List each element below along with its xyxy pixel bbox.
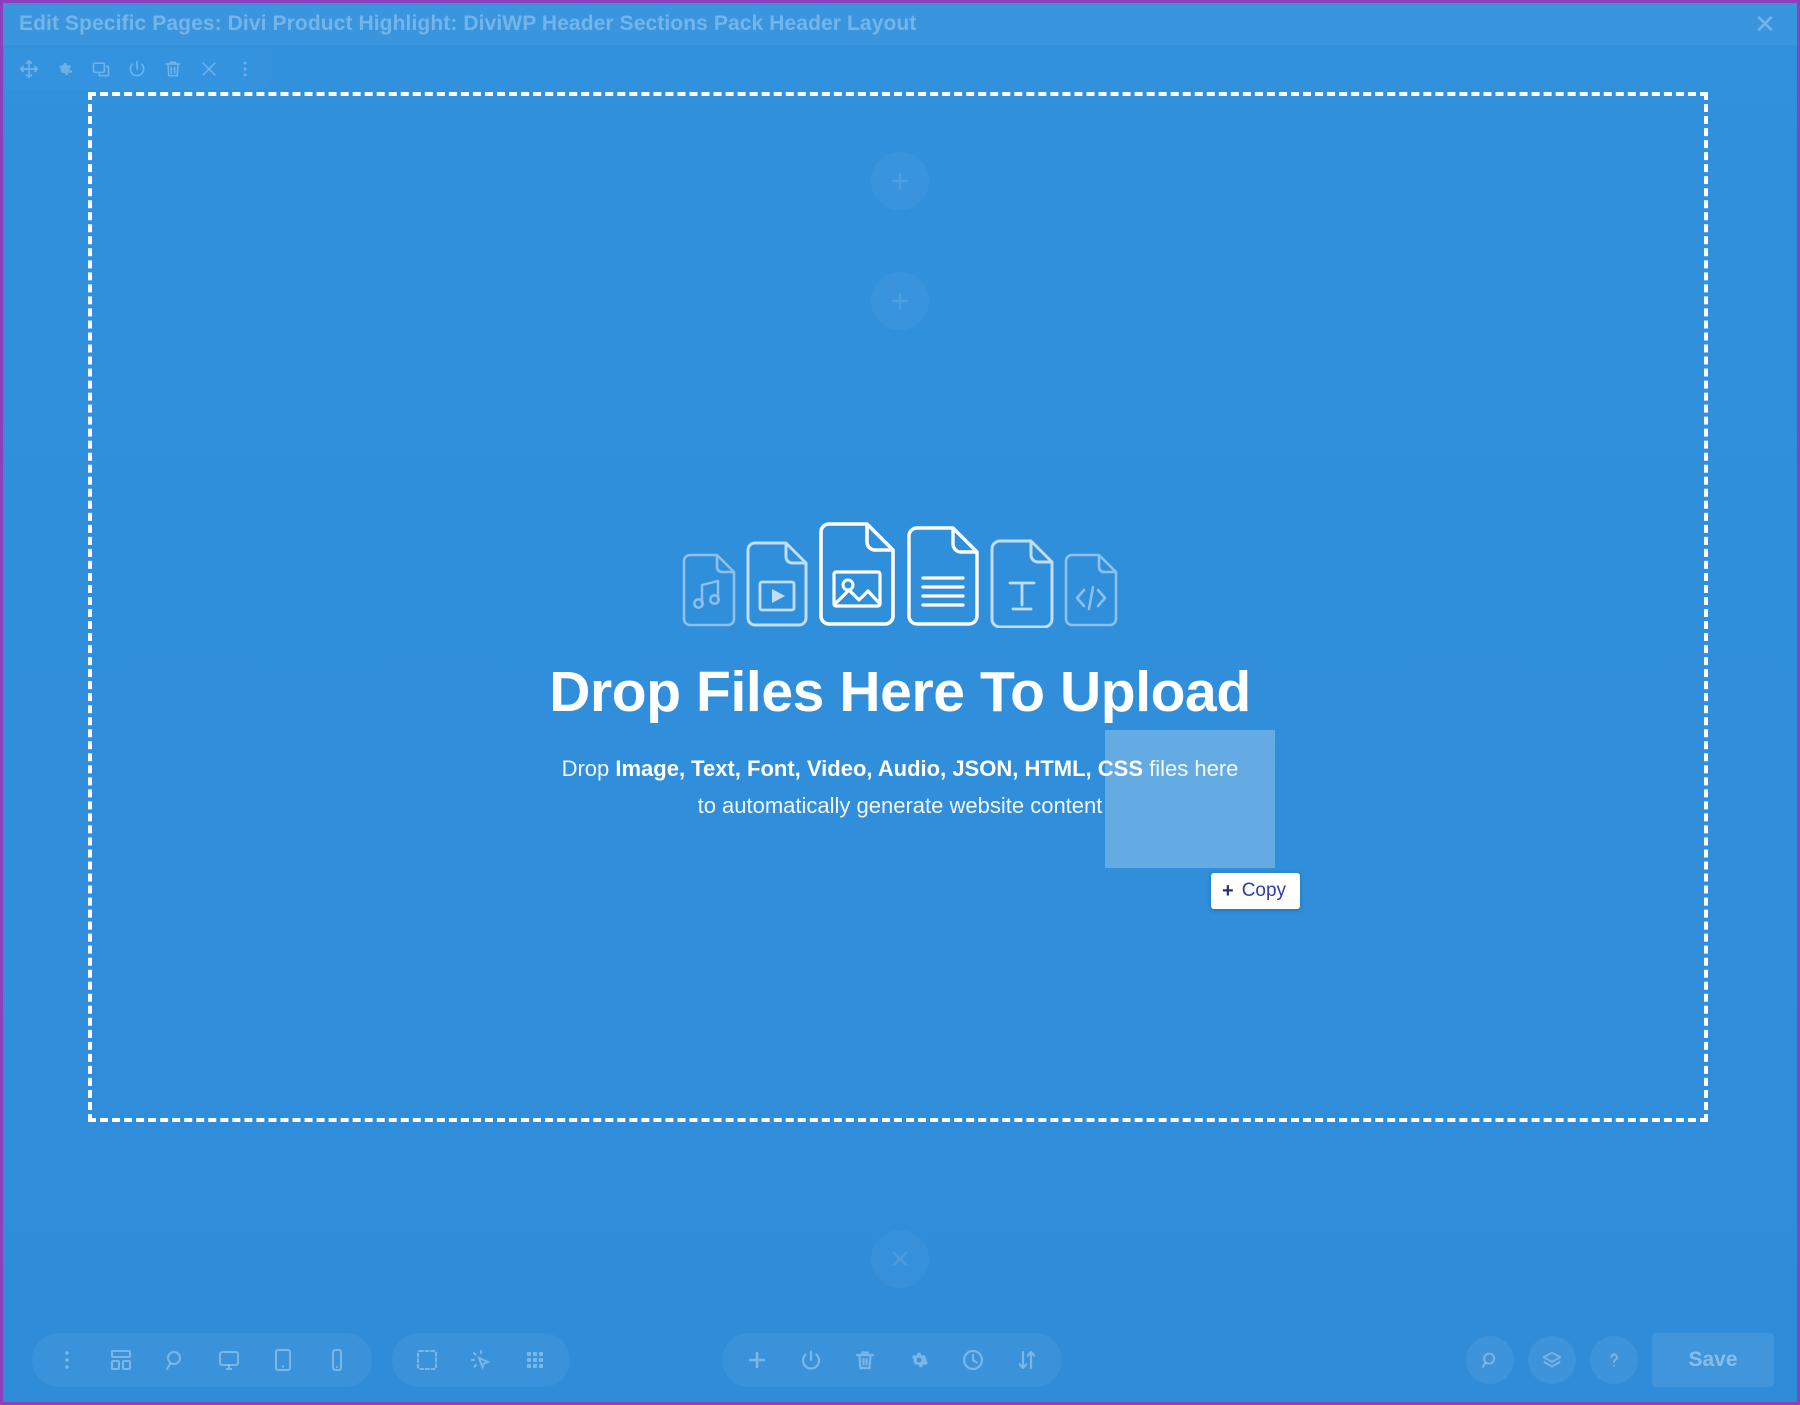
multiselect-icon[interactable] (404, 1337, 450, 1383)
module-toolbar[interactable] (4, 48, 270, 90)
divi-builder-canvas: Edit Specific Pages: Divi Product Highli… (0, 0, 1800, 1405)
click-mode-icon[interactable] (458, 1337, 504, 1383)
gear-icon[interactable] (52, 56, 78, 82)
right-tools-group[interactable]: Save (1466, 1333, 1774, 1387)
move-icon[interactable] (16, 56, 42, 82)
page-title: Edit Specific Pages: Divi Product Highli… (19, 12, 917, 35)
title-bar: Edit Specific Pages: Divi Product Highli… (3, 3, 1797, 45)
more-icon[interactable] (232, 56, 258, 82)
add-icon[interactable] (734, 1337, 780, 1383)
grid-mode-icon[interactable] (512, 1337, 558, 1383)
drag-ghost-overlay (1105, 730, 1275, 868)
action-group[interactable] (722, 1333, 1062, 1387)
view-mode-group[interactable] (32, 1333, 372, 1387)
search-circle-icon[interactable] (1466, 1336, 1514, 1384)
power-icon[interactable] (124, 56, 150, 82)
help-circle-icon[interactable] (1590, 1336, 1638, 1384)
history-icon[interactable] (950, 1337, 996, 1383)
trash-icon[interactable] (842, 1337, 888, 1383)
file-drop-zone[interactable] (88, 92, 1708, 1122)
zoom-icon[interactable] (152, 1337, 198, 1383)
layers-circle-icon[interactable] (1528, 1336, 1576, 1384)
power-icon[interactable] (788, 1337, 834, 1383)
remove-section-hint-bottom[interactable] (871, 1230, 929, 1288)
select-mode-group[interactable] (392, 1333, 570, 1387)
more-vertical-icon[interactable] (44, 1337, 90, 1383)
desktop-icon[interactable] (206, 1337, 252, 1383)
close-icon[interactable] (196, 56, 222, 82)
close-icon[interactable]: ✕ (1749, 8, 1781, 40)
plus-icon: + (1222, 880, 1234, 902)
sort-icon[interactable] (1004, 1337, 1050, 1383)
trash-icon[interactable] (160, 56, 186, 82)
drag-copy-tooltip: + Copy (1211, 873, 1301, 909)
gear-icon[interactable] (896, 1337, 942, 1383)
duplicate-icon[interactable] (88, 56, 114, 82)
bottom-bar: Save (0, 1315, 1800, 1405)
phone-icon[interactable] (314, 1337, 360, 1383)
copy-label: Copy (1241, 880, 1287, 901)
save-button[interactable]: Save (1652, 1333, 1774, 1387)
tablet-icon[interactable] (260, 1337, 306, 1383)
wireframe-icon[interactable] (98, 1337, 144, 1383)
